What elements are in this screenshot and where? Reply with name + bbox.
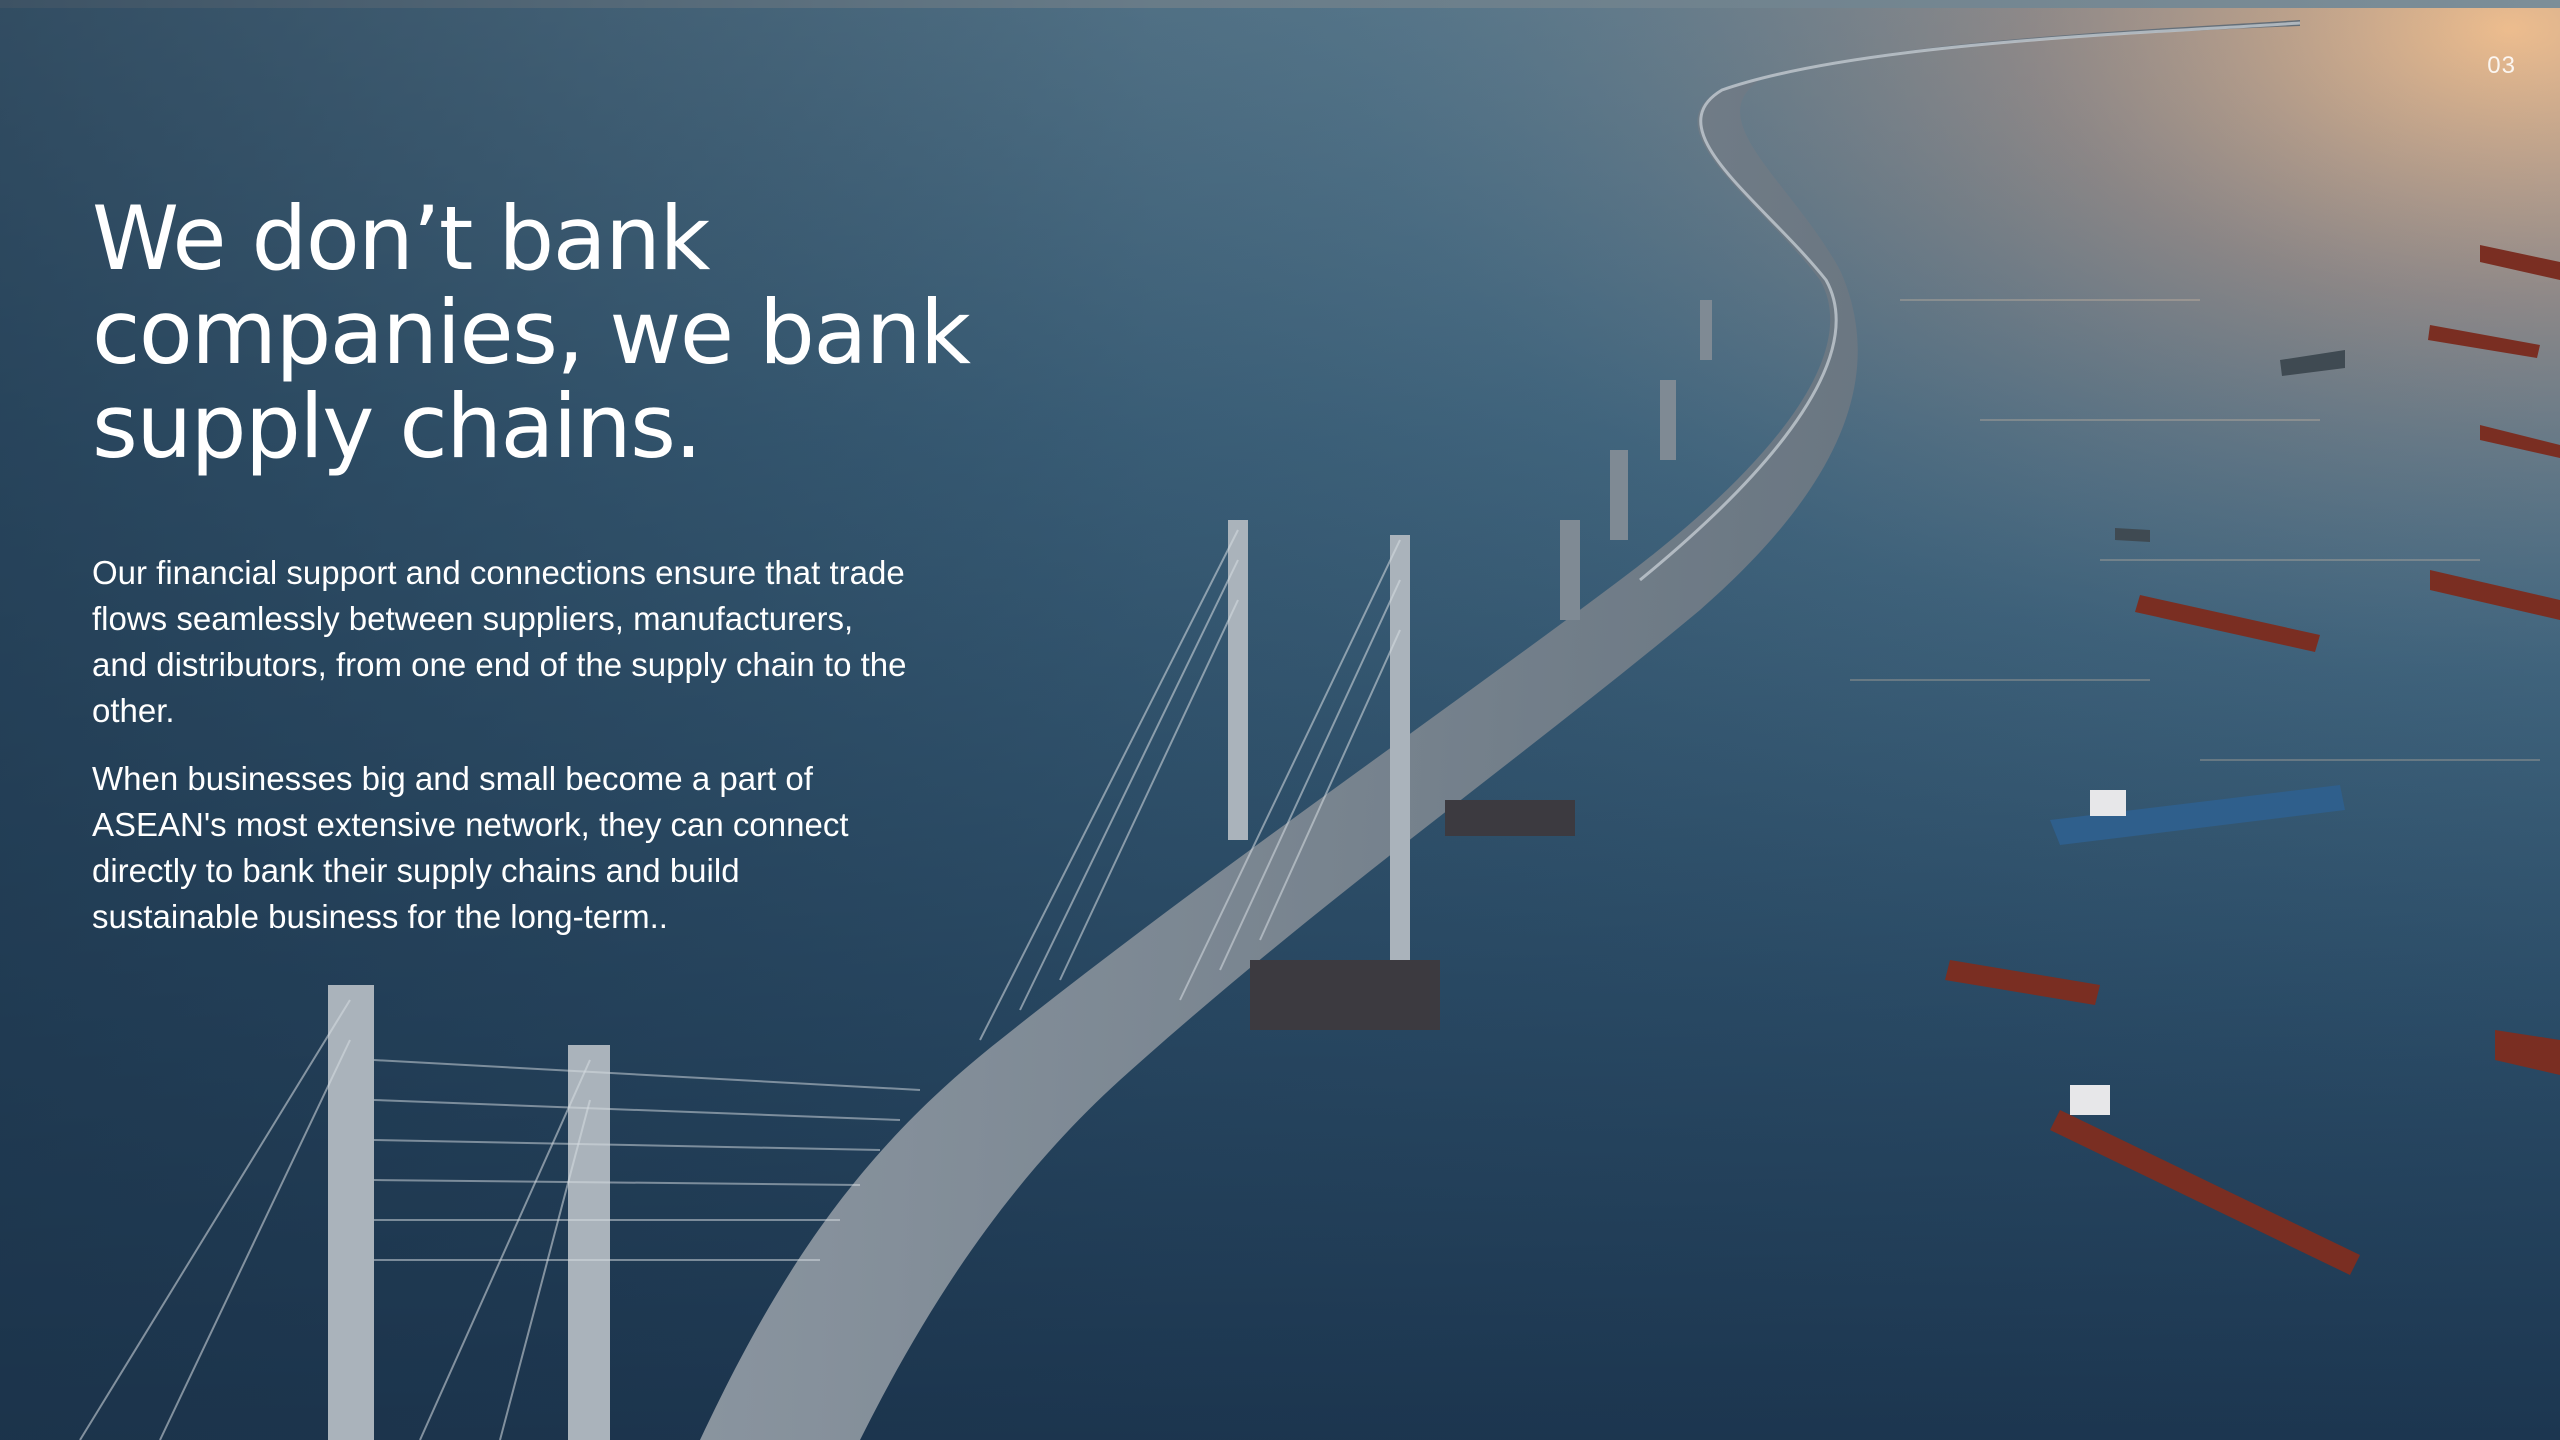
body-copy: Our financial support and connections en… <box>92 550 912 940</box>
body-paragraph: When businesses big and small become a p… <box>92 760 849 935</box>
body-paragraph: Our financial support and connections en… <box>92 554 907 729</box>
page-number: 03 <box>2487 52 2516 79</box>
headline: We don’t bank companies, we bank supply … <box>92 187 971 478</box>
text-block: We don’t bank companies, we bank supply … <box>92 187 971 962</box>
slide: 03 We don’t bank companies, we bank supp… <box>0 0 2560 1440</box>
headline-line: companies, we bank <box>92 281 971 384</box>
headline-line: We don’t bank <box>92 187 710 290</box>
headline-line: supply chains. <box>92 375 702 478</box>
